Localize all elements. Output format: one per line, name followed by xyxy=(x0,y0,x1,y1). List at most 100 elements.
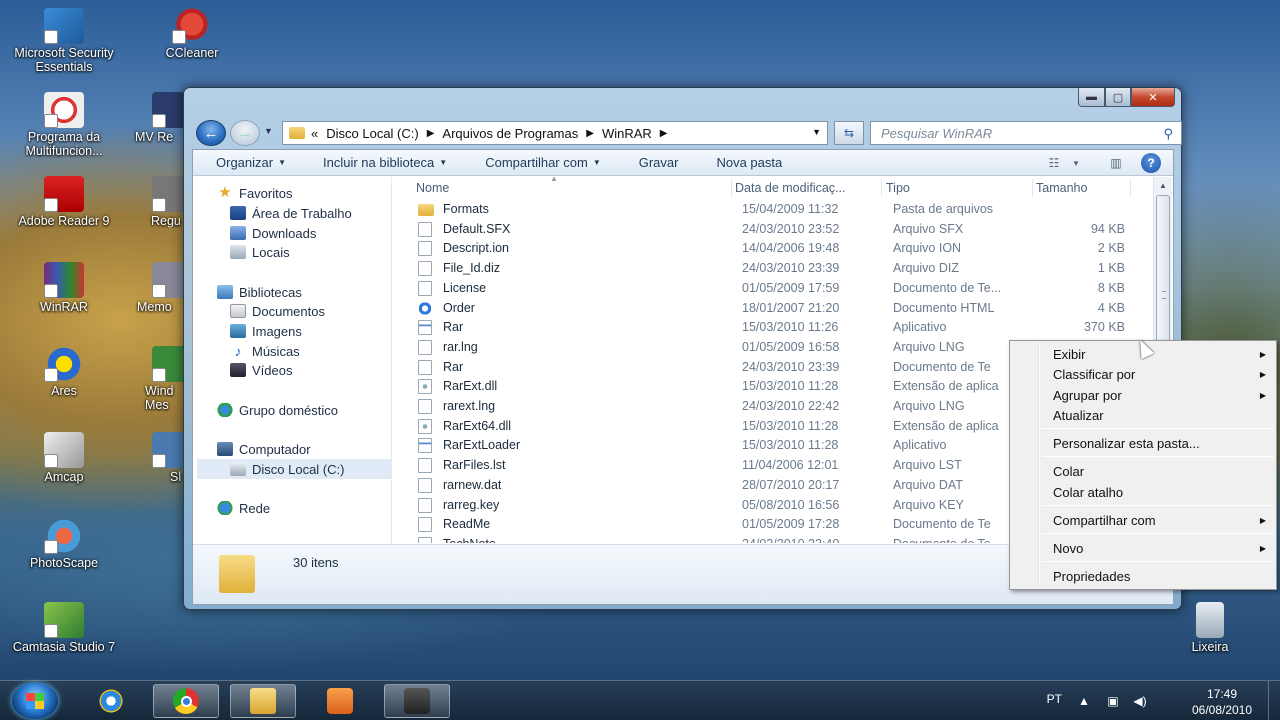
clock[interactable]: 17:49 06/08/2010 xyxy=(1182,686,1262,718)
desktop-icon-regu[interactable]: Regu xyxy=(132,176,184,228)
menu-item-refresh[interactable]: Atualizar xyxy=(1053,405,1270,425)
volume-icon[interactable]: ◀) xyxy=(1132,694,1148,708)
menu-item-label: Propriedades xyxy=(1053,568,1131,584)
column-header-name[interactable]: Nome xyxy=(416,181,449,195)
column-divider[interactable] xyxy=(1130,179,1131,197)
nav-places[interactable]: Locais xyxy=(230,242,290,262)
show-desktop-button[interactable] xyxy=(1268,681,1280,720)
menu-item-label: Atualizar xyxy=(1053,407,1104,423)
desktop-icon-windows-messenger[interactable]: Wind Mes xyxy=(132,346,184,412)
back-button[interactable]: ← xyxy=(196,120,226,146)
file-row[interactable]: License 01/05/2009 17:59 Documento de Te..… xyxy=(400,278,1151,298)
chevron-right-icon[interactable]: ▶ xyxy=(586,128,594,139)
nav-desktop[interactable]: Área de Trabalho xyxy=(230,203,352,223)
language-indicator[interactable]: PT xyxy=(1047,692,1062,706)
nav-network[interactable]: Rede xyxy=(217,498,270,518)
view-options-dropdown[interactable]: ▼ xyxy=(1065,154,1087,172)
nav-documents[interactable]: Documentos xyxy=(230,301,325,321)
breadcrumb-program-files[interactable]: Arquivos de Programas xyxy=(442,126,578,141)
file-row[interactable]: Default.SFX 24/03/2010 23:52 Arquivo SFX 94… xyxy=(400,219,1151,239)
desktop-icon-multifunctional[interactable]: Programa da Multifuncion... xyxy=(4,92,124,158)
file-row[interactable]: Formats 15/04/2009 11:32 Pasta de arquivos xyxy=(400,199,1151,219)
desktop-icon-mv[interactable]: MV Re xyxy=(132,92,184,144)
nav-libraries[interactable]: Bibliotecas xyxy=(217,282,302,302)
menu-item-share-with[interactable]: Compartilhar com ▶ xyxy=(1053,510,1270,530)
desktop-icon-adobe-reader[interactable]: Adobe Reader 9 xyxy=(4,176,124,228)
forward-button[interactable]: → xyxy=(230,120,260,146)
desktop-icon-memo[interactable]: Memo xyxy=(132,262,184,314)
scroll-up-icon[interactable]: ▲ xyxy=(1154,177,1172,194)
network-icon xyxy=(217,501,233,515)
menu-item-paste-shortcut[interactable]: Colar atalho xyxy=(1053,482,1270,502)
address-overflow[interactable]: « xyxy=(311,126,318,141)
search-input[interactable]: Pesquisar WinRAR ⚲ xyxy=(870,121,1182,145)
refresh-button[interactable]: ⇆ xyxy=(834,121,864,145)
taskbar-windows-explorer[interactable] xyxy=(230,684,296,718)
desktop-icon-winrar[interactable]: WinRAR xyxy=(4,262,124,314)
nav-local-disk[interactable]: Disco Local (C:) xyxy=(197,459,391,479)
close-button[interactable]: ✕ xyxy=(1131,88,1175,107)
change-view-icon[interactable]: ☷ xyxy=(1043,154,1065,172)
desktop-icon-photoscape[interactable]: PhotoScape xyxy=(4,518,124,570)
menu-item-view[interactable]: Exibir ▶ xyxy=(1053,344,1270,364)
file-date: 24/03/2010 23:39 xyxy=(742,359,840,374)
nav-images[interactable]: Imagens xyxy=(230,321,302,341)
breadcrumb-local-disk[interactable]: Disco Local (C:) xyxy=(326,126,418,141)
breadcrumb-winrar[interactable]: WinRAR xyxy=(602,126,652,141)
nav-music[interactable]: ♪ Músicas xyxy=(230,341,300,361)
help-icon[interactable]: ? xyxy=(1141,153,1161,173)
file-row[interactable]: Descript.ion 14/04/2006 19:48 Arquivo ION 2… xyxy=(400,238,1151,258)
minimize-button[interactable]: ▬ xyxy=(1078,88,1105,107)
network-icon[interactable]: ▣ xyxy=(1105,694,1121,708)
file-name: RarExtLoader xyxy=(443,438,521,453)
column-divider[interactable] xyxy=(731,179,732,197)
desktop-icon-ccleaner[interactable]: CCleaner xyxy=(132,8,252,60)
recent-pages-dropdown[interactable]: ▼ xyxy=(264,126,273,136)
menu-item-customize-folder[interactable]: Personalizar esta pasta... xyxy=(1053,433,1270,453)
menu-item-new[interactable]: Novo ▶ xyxy=(1053,538,1270,558)
nav-downloads[interactable]: Downloads xyxy=(230,223,316,243)
search-placeholder: Pesquisar WinRAR xyxy=(881,125,993,141)
file-row[interactable]: Rar 15/03/2010 11:26 Aplicativo 370 KB xyxy=(400,317,1151,337)
nav-videos[interactable]: Vídeos xyxy=(230,360,292,380)
file-row[interactable]: File_Id.diz 24/03/2010 23:39 Arquivo DIZ 1 … xyxy=(400,258,1151,278)
nav-computer[interactable]: Computador xyxy=(217,439,311,459)
nav-favorites[interactable]: ★ Favoritos xyxy=(217,183,292,203)
camtasia-icon xyxy=(44,602,84,638)
maximize-button[interactable]: ▢ xyxy=(1105,88,1131,107)
menu-item-group-by[interactable]: Agrupar por ▶ xyxy=(1053,385,1270,405)
show-hidden-icons-icon[interactable]: ▲ xyxy=(1076,694,1092,708)
organize-menu[interactable]: Organizar ▼ xyxy=(216,155,286,170)
desktop-icon-sl[interactable]: Sl xyxy=(132,432,184,484)
chevron-right-icon[interactable]: ▶ xyxy=(427,128,435,139)
desktop-icon-camtasia[interactable]: Camtasia Studio 7 xyxy=(4,602,124,654)
menu-separator xyxy=(1042,533,1274,534)
column-header-date[interactable]: Data de modificaç... xyxy=(735,181,845,195)
taskbar-camtasia[interactable] xyxy=(384,684,450,718)
column-header-type[interactable]: Tipo xyxy=(886,181,910,195)
search-icon[interactable]: ⚲ xyxy=(1163,126,1173,142)
desktop-icon-security-essentials[interactable]: Microsoft Security Essentials xyxy=(4,8,124,74)
chevron-right-icon[interactable]: ▶ xyxy=(660,128,668,139)
start-button[interactable] xyxy=(12,683,58,719)
file-row[interactable]: Order 18/01/2007 21:20 Documento HTML 4 KB xyxy=(400,298,1151,318)
address-bar[interactable]: « Disco Local (C:) ▶ Arquivos de Program… xyxy=(282,121,828,145)
column-divider[interactable] xyxy=(1032,179,1033,197)
menu-item-properties[interactable]: Propriedades xyxy=(1053,566,1270,586)
taskbar-media-player[interactable] xyxy=(307,684,373,718)
share-with-menu[interactable]: Compartilhar com ▼ xyxy=(485,155,601,170)
column-divider[interactable] xyxy=(881,179,882,197)
taskbar-chrome[interactable] xyxy=(153,684,219,718)
burn-button[interactable]: Gravar xyxy=(639,155,679,170)
address-dropdown-icon[interactable]: ▼ xyxy=(812,127,821,137)
taskbar-internet-explorer[interactable] xyxy=(78,684,144,718)
column-header-size[interactable]: Tamanho xyxy=(1036,181,1087,195)
menu-item-sort-by[interactable]: Classificar por ▶ xyxy=(1053,364,1270,384)
new-folder-button[interactable]: Nova pasta xyxy=(716,155,782,170)
nav-homegroup[interactable]: Grupo doméstico xyxy=(217,400,338,420)
include-library-menu[interactable]: Incluir na biblioteca ▼ xyxy=(323,155,447,170)
desktop-icon-amcap[interactable]: Amcap xyxy=(4,432,124,484)
desktop-icon-ares[interactable]: Ares xyxy=(4,346,124,398)
preview-pane-icon[interactable]: ▥ xyxy=(1105,154,1127,172)
menu-item-paste[interactable]: Colar xyxy=(1053,461,1270,481)
